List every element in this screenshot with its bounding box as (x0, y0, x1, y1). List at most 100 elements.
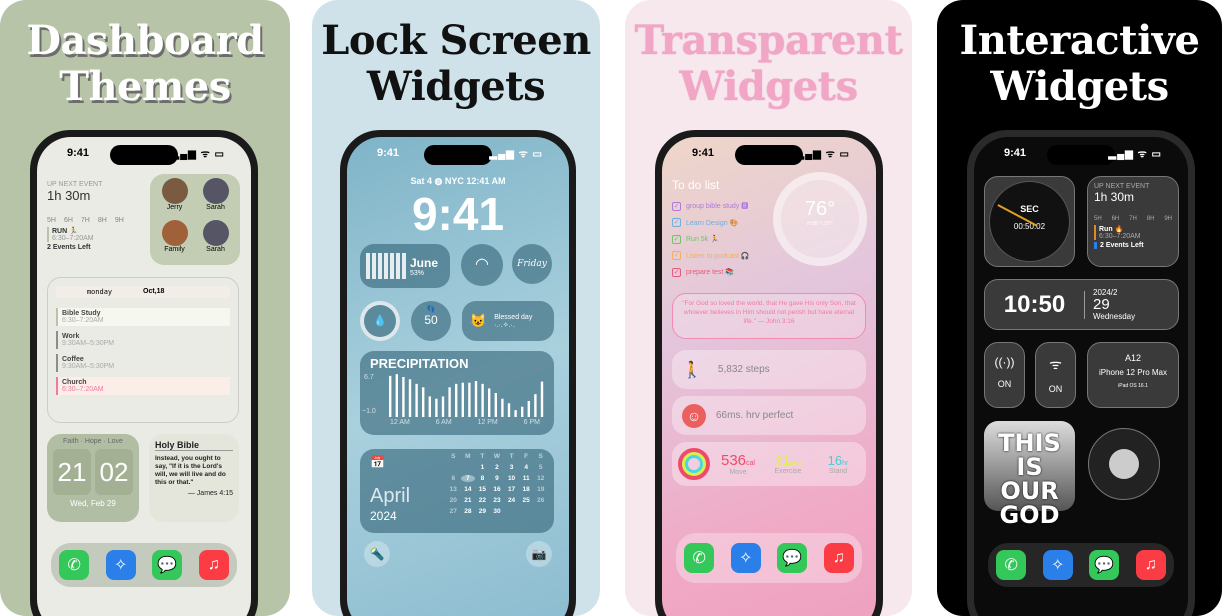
safari-app-icon[interactable]: ✧ (105, 550, 136, 580)
lock-clock: 9:41 (411, 188, 505, 240)
dock: ✆ ✧ 💬 ♫ (676, 533, 862, 583)
phone-app-icon[interactable]: ✆ (684, 543, 715, 573)
calendar-day[interactable]: 2 (490, 464, 505, 471)
calendar-day[interactable]: 22 (475, 497, 490, 504)
cellular-toggle[interactable]: ((·)) ON (984, 342, 1025, 408)
calendar-day[interactable]: 6 (446, 475, 461, 482)
calendar-day[interactable]: 25 (519, 497, 534, 504)
walking-icon: 🚶 (682, 361, 702, 379)
calendar-day[interactable]: 10 (504, 475, 519, 482)
precipitation-bar (428, 396, 431, 417)
album-art-widget[interactable]: THIS IS OUR GOD (984, 421, 1075, 527)
todo-item[interactable]: ✓ prepare test 📚 (672, 265, 750, 282)
panel-transparent-widgets: Transparent Widgets 9:41 ▂▄▆ ᯤ ▭ To do l… (625, 0, 912, 616)
todo-item[interactable]: ✓ group bible study 🅱 (672, 199, 750, 216)
precipitation-bar (540, 381, 544, 417)
todo-item[interactable]: ✓ Learn Design 🎨 (672, 216, 750, 233)
checkbox[interactable]: ✓ (672, 201, 681, 211)
contact[interactable]: Family (154, 219, 195, 262)
up-next-widget[interactable]: UP NEXT EVENT 1h 30m 5H 6H 7H 8H 9H RUN 🏃 6:3… (47, 181, 143, 261)
precipitation-bar (441, 396, 445, 417)
precipitation-bar (481, 383, 484, 417)
planner-event[interactable]: Work 9:30AM–5:30PM (56, 331, 230, 349)
calendar-day[interactable]: 18 (519, 486, 534, 493)
messages-app-icon[interactable]: 💬 (152, 550, 183, 580)
calendar-day[interactable]: 28 (461, 508, 476, 515)
music-app-icon[interactable]: ♫ (198, 550, 229, 580)
calendar-day[interactable]: 12 (533, 475, 548, 482)
dock: ✆ ✧ 💬 ♫ (51, 543, 237, 587)
todo-item[interactable]: ✓ Run 5k 🏃 (672, 232, 750, 249)
camera-button[interactable]: 📷 (526, 541, 552, 567)
quote-widget: "For God so loved the world, that He gav… (672, 293, 866, 339)
messages-app-icon[interactable]: 💬 (777, 543, 808, 573)
vinyl-label (1109, 449, 1139, 479)
calendar-day[interactable]: 9 (490, 475, 505, 482)
checkbox[interactable]: ✓ (672, 218, 681, 228)
panel-interactive-widgets: Interactive Widgets 9:41 ▂▄▆ ᯤ ▭ SEC 00:… (937, 0, 1222, 616)
wifi-toggle[interactable]: ᯤ ON (1035, 342, 1076, 408)
flashlight-button[interactable]: 🔦 (364, 541, 390, 567)
stopwatch-widget[interactable]: SEC 00:50.02 (984, 176, 1075, 267)
up-next-widget[interactable]: UP NEXT EVENT 1h 30m 5H 6H 7H 8H 9H Run 🔥 6:3… (1087, 176, 1179, 267)
weekday-label: T (509, 453, 514, 460)
checkbox[interactable]: ✓ (672, 267, 681, 277)
lock-date: Sat 4 ◍ NYC 12:41 AM (410, 176, 506, 186)
precipitation-bar (468, 382, 471, 417)
precipitation-bar (501, 398, 504, 417)
calendar-day[interactable]: 30 (490, 508, 505, 515)
calendar-day[interactable]: 14 (461, 486, 476, 493)
hrv-widget: ☺ 66ms. hrv perfect (672, 396, 866, 435)
calendar-day[interactable]: 1 (475, 464, 490, 471)
todo-item[interactable]: ✓ Listen to podcast 🎧 (672, 249, 750, 266)
phone-app-icon[interactable]: ✆ (59, 550, 90, 580)
calendar-day[interactable]: 8 (475, 475, 490, 482)
precipitation-bar (507, 403, 511, 417)
calendar-day[interactable]: 23 (490, 497, 505, 504)
music-app-icon[interactable]: ♫ (823, 543, 854, 573)
safari-app-icon[interactable]: ✧ (730, 543, 761, 573)
planner-event[interactable]: Coffee 9:30AM–5:30PM (56, 354, 230, 372)
calendar-day[interactable]: 21 (461, 497, 476, 504)
music-app-icon[interactable]: ♫ (1135, 550, 1166, 580)
calendar-day[interactable]: 24 (504, 497, 519, 504)
calendar-day[interactable]: 15 (475, 486, 490, 493)
calendar-day[interactable]: 7 (460, 475, 476, 482)
phone-app-icon[interactable]: ✆ (996, 550, 1027, 580)
precipitation-bar (395, 374, 398, 417)
calendar-day[interactable]: 27 (446, 508, 461, 515)
status-time: 9:41 (67, 147, 90, 159)
contacts-widget: Jerry Sarah Family Sarah (150, 174, 240, 265)
precipitation-bar (521, 406, 524, 417)
contact[interactable]: Jerry (154, 178, 195, 220)
safari-app-icon[interactable]: ✧ (1042, 550, 1073, 580)
contact[interactable]: Sarah (195, 178, 236, 220)
precipitation-bar (422, 387, 425, 417)
calendar-day[interactable]: 16 (490, 486, 505, 493)
checkbox[interactable]: ✓ (672, 234, 681, 244)
cat-icon: 😺 (470, 313, 487, 328)
status-time: 9:41 (1004, 147, 1027, 159)
calendar-day[interactable]: 26 (533, 497, 548, 504)
planner-event[interactable]: Church 6:30–7:20AM (56, 377, 230, 395)
calendar-day (461, 464, 476, 471)
calendar-day[interactable]: 3 (504, 464, 519, 471)
calendar-day[interactable]: 13 (446, 486, 461, 493)
calendar-day[interactable]: 17 (504, 486, 519, 493)
calendar-day[interactable]: 11 (519, 475, 534, 482)
calendar-day[interactable]: 5 (533, 464, 548, 471)
precipitation-bar (435, 398, 438, 417)
messages-app-icon[interactable]: 💬 (1089, 550, 1120, 580)
calendar-day[interactable]: 20 (446, 497, 461, 504)
status-icons: ▂▄▆ ᯤ ▭ (796, 149, 850, 160)
planner-widget[interactable]: monday Oct,18 Bible Study 6:30–7:20AM Work 9… (47, 277, 239, 423)
panel-title: Interactive Widgets (959, 17, 1200, 110)
vinyl-player-widget[interactable] (1088, 428, 1160, 500)
calendar-day[interactable]: 19 (533, 486, 548, 493)
blessed-widget: 😺 Blessed day ·.·.✧.·. (462, 301, 554, 341)
checkbox[interactable]: ✓ (672, 251, 681, 261)
contact[interactable]: Sarah (195, 219, 236, 262)
planner-event[interactable]: Bible Study 6:30–7:20AM (56, 308, 230, 326)
calendar-day[interactable]: 4 (519, 464, 534, 471)
calendar-day[interactable]: 29 (475, 508, 490, 515)
